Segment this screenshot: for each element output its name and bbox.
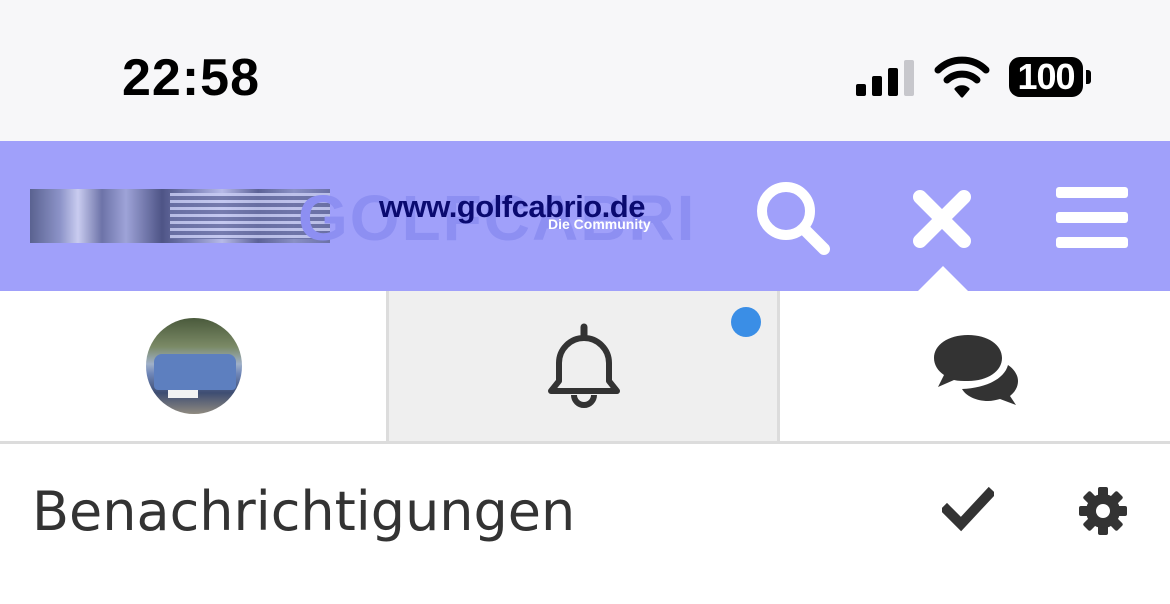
battery-level: 100 bbox=[1009, 57, 1083, 97]
menu-button[interactable] bbox=[1052, 177, 1136, 261]
status-time: 22:58 bbox=[122, 49, 260, 107]
close-button[interactable] bbox=[900, 177, 984, 261]
dropdown-caret bbox=[918, 266, 968, 291]
avatar-plate-shape bbox=[168, 390, 198, 398]
tab-notifications[interactable] bbox=[389, 291, 780, 441]
search-icon bbox=[757, 182, 830, 255]
battery-icon: 100 bbox=[1009, 57, 1093, 99]
logo-subtitle: Die Community bbox=[548, 216, 651, 232]
gear-icon bbox=[1079, 487, 1127, 535]
unread-indicator-dot bbox=[731, 307, 761, 337]
panel-title: Benachrichtigungen bbox=[32, 480, 576, 543]
tab-messages[interactable] bbox=[780, 291, 1170, 441]
wifi-icon bbox=[934, 56, 990, 98]
avatar-car-shape bbox=[154, 354, 236, 390]
checkmark-icon bbox=[939, 486, 997, 532]
tab-bar bbox=[0, 291, 1170, 444]
menu-icon bbox=[1056, 187, 1128, 248]
battery-tip bbox=[1086, 70, 1091, 84]
search-button[interactable] bbox=[752, 177, 836, 261]
site-header: GOLFCABRIO.DE www.golfcabrio.de Die Comm… bbox=[0, 141, 1170, 291]
status-bar: 22:58 100 bbox=[0, 0, 1170, 141]
mark-all-read-button[interactable] bbox=[939, 486, 997, 537]
close-icon bbox=[913, 190, 971, 248]
settings-button[interactable] bbox=[1078, 486, 1128, 541]
avatar bbox=[146, 318, 242, 414]
signal-icon bbox=[856, 60, 914, 96]
bell-icon bbox=[548, 323, 620, 408]
tab-profile[interactable] bbox=[0, 291, 389, 441]
chat-bubbles-icon bbox=[934, 335, 1018, 405]
site-logo[interactable]: GOLFCABRIO.DE www.golfcabrio.de Die Comm… bbox=[30, 187, 692, 243]
